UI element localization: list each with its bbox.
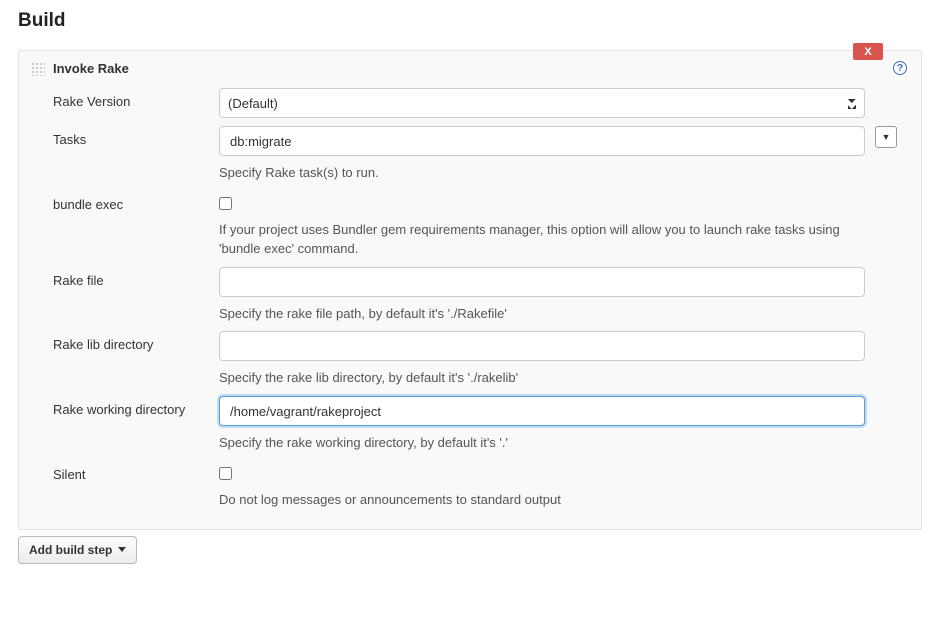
help-tasks: Specify Rake task(s) to run. bbox=[219, 164, 865, 183]
rake-lib-dir-input[interactable] bbox=[219, 331, 865, 361]
label-rake-lib-dir: Rake lib directory bbox=[53, 331, 219, 352]
expand-tasks-button[interactable]: ▼ bbox=[875, 126, 897, 148]
help-rake-lib-dir: Specify the rake lib directory, by defau… bbox=[219, 369, 865, 388]
section-title: Build bbox=[18, 10, 922, 32]
help-icon[interactable]: ? bbox=[893, 61, 907, 75]
build-step-panel: Invoke Rake X ? Rake Version (Default) T… bbox=[18, 50, 922, 530]
row-rake-file: Rake file Specify the rake file path, by… bbox=[19, 259, 921, 324]
delete-step-button[interactable]: X bbox=[853, 43, 883, 60]
label-silent: Silent bbox=[53, 461, 219, 482]
row-rake-lib-dir: Rake lib directory Specify the rake lib … bbox=[19, 323, 921, 388]
rake-version-select[interactable]: (Default) bbox=[219, 88, 865, 118]
help-rake-working-dir: Specify the rake working directory, by d… bbox=[219, 434, 865, 453]
add-build-step-label: Add build step bbox=[29, 543, 112, 557]
label-rake-file: Rake file bbox=[53, 267, 219, 288]
help-silent: Do not log messages or announcements to … bbox=[219, 491, 865, 510]
step-title: Invoke Rake bbox=[53, 61, 129, 76]
label-rake-version: Rake Version bbox=[53, 88, 219, 109]
step-header: Invoke Rake X ? bbox=[19, 51, 921, 80]
label-tasks: Tasks bbox=[53, 126, 219, 147]
tasks-input[interactable] bbox=[219, 126, 865, 156]
row-rake-working-dir: Rake working directory Specify the rake … bbox=[19, 388, 921, 453]
help-rake-file: Specify the rake file path, by default i… bbox=[219, 305, 865, 324]
row-bundle-exec: bundle exec If your project uses Bundler… bbox=[19, 183, 921, 259]
label-rake-working-dir: Rake working directory bbox=[53, 396, 219, 417]
chevron-down-icon bbox=[118, 547, 126, 552]
row-silent: Silent Do not log messages or announceme… bbox=[19, 453, 921, 528]
silent-checkbox[interactable] bbox=[219, 467, 232, 480]
rake-working-dir-input[interactable] bbox=[219, 396, 865, 426]
add-build-step-button[interactable]: Add build step bbox=[18, 536, 137, 564]
help-bundle-exec: If your project uses Bundler gem require… bbox=[219, 221, 865, 259]
bundle-exec-checkbox[interactable] bbox=[219, 197, 232, 210]
label-bundle-exec: bundle exec bbox=[53, 191, 219, 212]
row-rake-version: Rake Version (Default) bbox=[19, 80, 921, 118]
row-tasks: Tasks ▼ Specify Rake task(s) to run. bbox=[19, 118, 921, 183]
drag-handle-icon[interactable] bbox=[31, 62, 45, 76]
rake-file-input[interactable] bbox=[219, 267, 865, 297]
